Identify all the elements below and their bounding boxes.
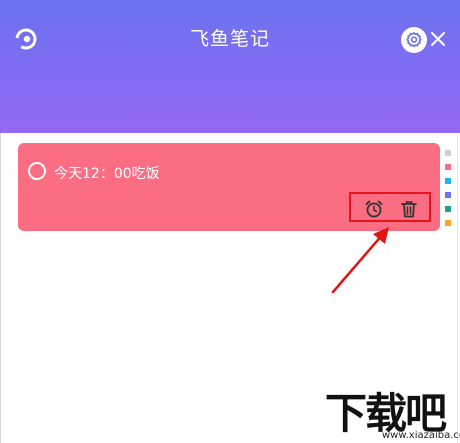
color-swatch[interactable]	[445, 164, 451, 170]
header-bar: 飞鱼笔记	[0, 0, 460, 133]
color-swatch[interactable]	[445, 192, 451, 198]
note-actions-highlight	[349, 192, 431, 222]
trash-icon[interactable]	[399, 199, 419, 219]
alarm-clock-icon[interactable]	[364, 199, 384, 219]
color-swatch[interactable]	[445, 178, 451, 184]
note-text: 今天12：00吃饭	[54, 166, 160, 182]
watermark-url: www.xiazaiba.com	[382, 430, 460, 441]
color-swatch[interactable]	[445, 220, 451, 226]
color-swatch[interactable]	[445, 150, 451, 156]
complete-checkbox[interactable]	[28, 162, 46, 180]
close-icon[interactable]	[429, 30, 447, 48]
note-card[interactable]: 今天12：00吃饭	[18, 143, 440, 231]
annotation-arrow	[331, 227, 389, 294]
color-palette	[445, 150, 451, 234]
app-title: 飞鱼笔记	[189, 28, 270, 50]
window-border-left	[0, 133, 1, 443]
settings-button[interactable]	[401, 27, 427, 53]
gear-icon	[406, 32, 422, 48]
watermark: 下载吧 www.xiazaiba.com	[325, 380, 460, 443]
color-swatch[interactable]	[445, 206, 451, 212]
